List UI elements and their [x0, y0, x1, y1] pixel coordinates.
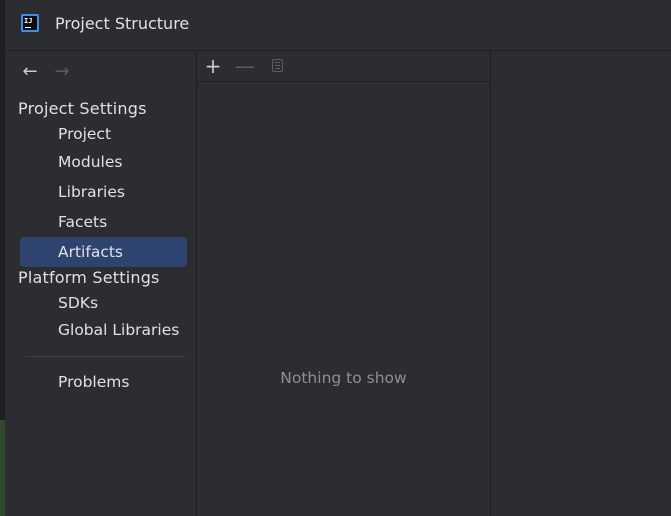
- sidebar-item-modules[interactable]: Modules: [20, 147, 187, 177]
- arrow-left-icon[interactable]: ←: [19, 61, 41, 83]
- sidebar-item-libraries[interactable]: Libraries: [20, 177, 187, 207]
- window-title: Project Structure: [55, 14, 190, 33]
- project-structure-dialog: IJ Project Structure ← → Project Setting…: [0, 0, 671, 516]
- sidebar-item-global-libraries[interactable]: Global Libraries: [20, 315, 187, 345]
- empty-list-message: Nothing to show: [280, 369, 407, 387]
- sidebar-item-facets[interactable]: Facets: [20, 207, 187, 237]
- section-header-platform-settings: Platform Settings: [18, 268, 160, 287]
- intellij-idea-icon: IJ: [21, 14, 39, 32]
- sidebar: ← → Project Settings Project Modules Lib…: [5, 51, 196, 516]
- copy-icon[interactable]: [267, 55, 289, 77]
- sidebar-item-project[interactable]: Project: [20, 119, 187, 149]
- section-header-project-settings: Project Settings: [18, 99, 147, 118]
- arrow-right-icon[interactable]: →: [51, 61, 73, 83]
- title-bar: IJ Project Structure: [5, 0, 671, 51]
- sidebar-item-problems[interactable]: Problems: [20, 367, 187, 397]
- list-toolbar: + —: [197, 51, 490, 82]
- details-panel: [491, 51, 671, 516]
- sidebar-item-sdks[interactable]: SDKs: [20, 288, 187, 318]
- plus-icon[interactable]: +: [202, 55, 224, 77]
- sidebar-divider: [25, 356, 185, 357]
- sidebar-item-artifacts[interactable]: Artifacts: [20, 237, 187, 267]
- minus-icon[interactable]: —: [234, 55, 256, 77]
- app-icon-text: IJ: [24, 17, 33, 25]
- artifacts-list-panel: + — Nothing to show: [197, 51, 490, 516]
